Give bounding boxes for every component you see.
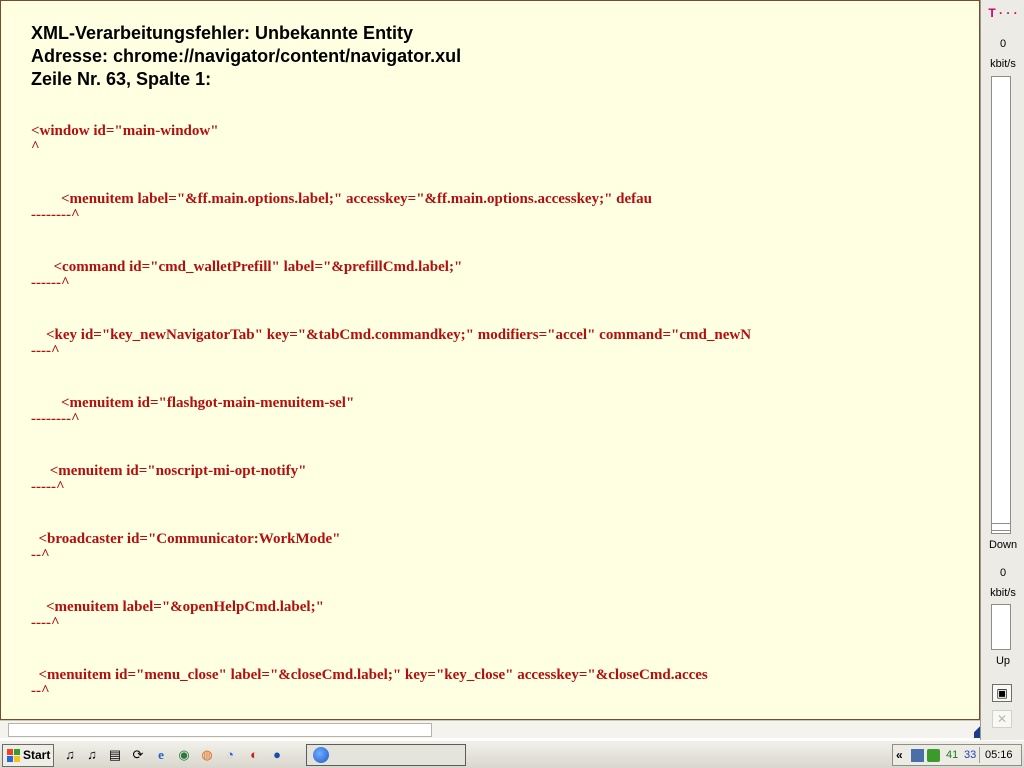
quick-launch-music-icon[interactable]: ♫ <box>62 747 78 763</box>
error-address: Adresse: chrome://navigator/content/navi… <box>31 46 462 66</box>
download-meter <box>991 76 1011 534</box>
error-marker-line: --------^ <box>31 411 80 427</box>
error-source-line: <menuitem label="&openHelpCmd.label;" <box>31 599 324 615</box>
window-icon[interactable]: ▣ <box>992 684 1012 702</box>
download-rate-unit: kbit/s <box>990 58 1016 70</box>
tray-divider <box>979 747 980 763</box>
start-button[interactable]: Start <box>2 744 54 767</box>
telekom-logo-icon: T · · · <box>988 6 1018 20</box>
upload-label: Up <box>995 655 1011 667</box>
error-source-line: <menuitem label="&ff.main.options.label;… <box>31 191 652 207</box>
error-marker-line: --^ <box>31 683 50 699</box>
download-rate-value: 0 <box>999 38 1007 50</box>
close-icon[interactable]: ✕ <box>992 710 1012 728</box>
xml-error-page: XML-Verarbeitungsfehler: Unbekannte Enti… <box>0 0 980 720</box>
browser-icon <box>313 747 329 763</box>
quick-launch-refresh-icon[interactable]: ⟳ <box>130 747 146 763</box>
error-marker-line: --^ <box>31 547 50 563</box>
upload-rate-unit: kbit/s <box>990 587 1016 599</box>
upload-rate-value: 0 <box>999 567 1007 579</box>
tray-counter-blue[interactable]: 33 <box>964 749 976 761</box>
taskbar-clock[interactable]: 05:16 <box>985 749 1013 761</box>
error-source-line: <menuitem id="flashgot-main-menuitem-sel… <box>31 395 355 411</box>
upload-meter <box>991 604 1011 650</box>
error-marker-line: ^ <box>31 139 40 155</box>
download-label: Down <box>988 539 1018 551</box>
error-source-line: <window id="main-window" <box>31 123 219 139</box>
network-icon[interactable] <box>911 749 924 762</box>
error-marker-line: -----^ <box>31 479 65 495</box>
tray-counter-green[interactable]: 41 <box>946 749 958 761</box>
error-source-line: <key id="key_newNavigatorTab" key="&tabC… <box>31 327 752 343</box>
quick-launch-music-icon[interactable]: ♫ <box>84 747 100 763</box>
error-marker-line: ----^ <box>31 615 60 631</box>
scrollbar-thumb[interactable] <box>8 723 432 737</box>
quick-launch-firefox-icon[interactable]: ◍ <box>199 747 215 763</box>
error-marker-line: ------^ <box>31 275 70 291</box>
windows-logo-icon <box>7 749 20 762</box>
taskbar-active-window-button[interactable] <box>306 744 466 766</box>
error-position: Zeile Nr. 63, Spalte 1: <box>31 69 212 89</box>
error-marker-line: ----^ <box>31 343 60 359</box>
error-source-line: <menuitem id="menu_close" label="&closeC… <box>31 667 708 683</box>
error-marker-line: --------^ <box>31 207 80 223</box>
security-shield-icon[interactable] <box>927 749 940 762</box>
error-source-line: <broadcaster id="Communicator:WorkMode" <box>31 531 341 547</box>
quick-launch-internet-explorer-icon[interactable]: e <box>153 747 169 763</box>
horizontal-scrollbar[interactable] <box>0 720 980 738</box>
start-label: Start <box>23 748 51 762</box>
tray-expand-chevron-icon[interactable]: « <box>896 748 903 762</box>
quick-launch-browser-icon[interactable]: ◔ <box>222 747 238 763</box>
quick-launch-document-icon[interactable]: ▤ <box>107 747 123 763</box>
error-source-line: <menuitem id="noscript-mi-opt-notify" <box>31 463 307 479</box>
quick-launch-globe-icon[interactable]: ● <box>269 747 285 763</box>
error-title: XML-Verarbeitungsfehler: Unbekannte Enti… <box>31 23 414 43</box>
error-source-line: <command id="cmd_walletPrefill" label="&… <box>31 259 463 275</box>
quick-launch-acrobat-icon[interactable]: ◐ <box>246 747 262 763</box>
quick-launch-media-player-icon[interactable]: ◉ <box>176 747 192 763</box>
system-tray: « 41 33 05:16 <box>892 744 1022 766</box>
desktop-screen: XML-Verarbeitungsfehler: Unbekannte Enti… <box>0 0 1024 768</box>
